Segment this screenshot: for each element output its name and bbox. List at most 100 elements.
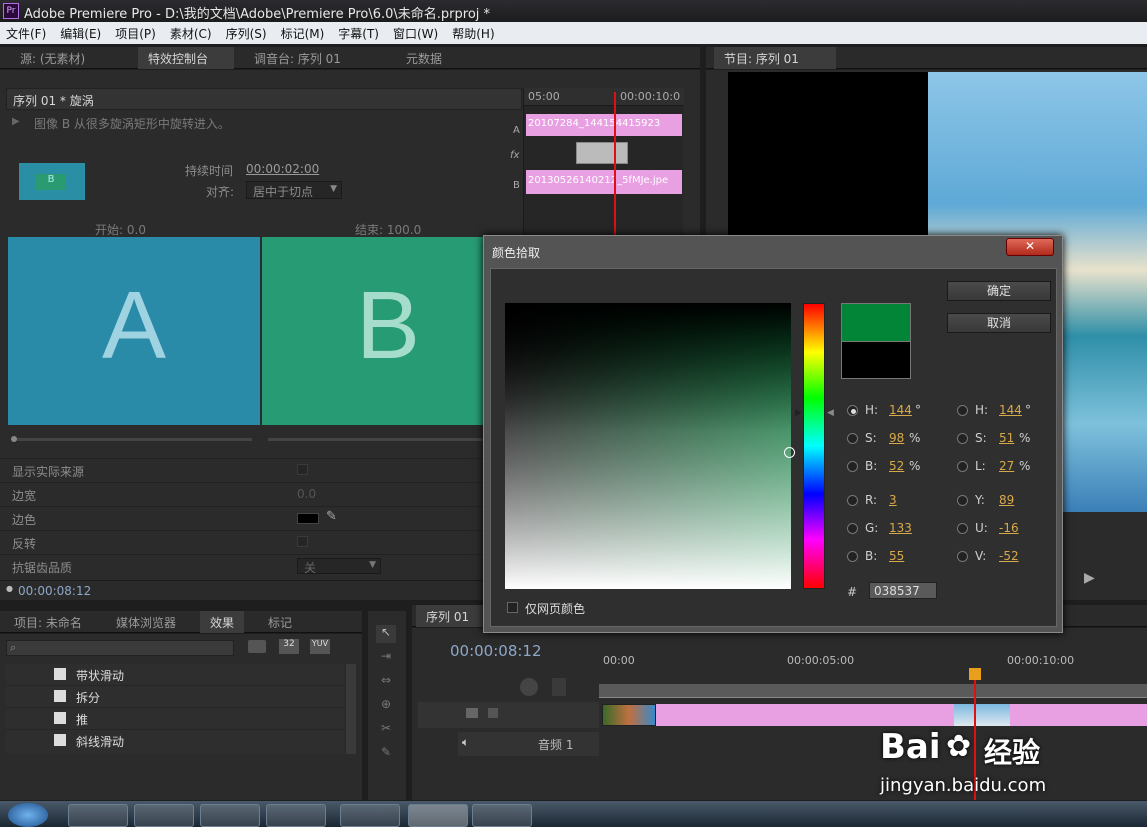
selection-tool-icon[interactable]: ↖: [376, 625, 396, 643]
dialog-close-button[interactable]: ✕: [1006, 238, 1054, 256]
work-area-bar[interactable]: [599, 684, 1147, 698]
taskbar-media-player-icon[interactable]: [68, 804, 128, 827]
tab-project[interactable]: 项目: 未命名: [4, 611, 92, 633]
rate-stretch-tool-icon[interactable]: ⊕: [376, 697, 396, 715]
r-value[interactable]: 3: [889, 493, 897, 507]
antialias-dropdown[interactable]: 关 ▼: [297, 558, 381, 575]
accelerated-32-badge[interactable]: 32: [279, 639, 299, 654]
g-value[interactable]: 133: [889, 521, 912, 535]
h-value[interactable]: 144: [889, 403, 912, 417]
list-item[interactable]: 拆分: [6, 686, 344, 708]
tab-sequence-01[interactable]: 序列 01: [416, 605, 488, 627]
blue-value[interactable]: 55: [889, 549, 904, 563]
tab-effect-controls[interactable]: 特效控制台: [138, 47, 234, 69]
taskbar-app-icon[interactable]: [266, 804, 326, 827]
taskbar-firefox-icon[interactable]: [200, 804, 260, 827]
start-button[interactable]: [8, 803, 48, 827]
menu-window[interactable]: 窗口(W): [387, 22, 446, 42]
radio-y[interactable]: [957, 495, 968, 506]
marker-icon[interactable]: [552, 678, 566, 696]
effects-search-input[interactable]: ⌕: [6, 640, 234, 656]
hex-input[interactable]: 038537: [869, 582, 937, 599]
taskbar-other-icon[interactable]: [472, 804, 532, 827]
radio-h[interactable]: [847, 405, 858, 416]
menu-title[interactable]: 字幕(T): [332, 22, 387, 42]
s-value[interactable]: 98: [889, 431, 904, 445]
video-clip-2[interactable]: [656, 704, 1147, 726]
taskbar-premiere-icon[interactable]: [408, 804, 468, 827]
radio-g[interactable]: [847, 523, 858, 534]
menu-clip[interactable]: 素材(C): [164, 22, 220, 42]
color-field-cursor[interactable]: [784, 447, 795, 458]
menu-help[interactable]: 帮助(H): [446, 22, 502, 42]
mini-clip-a[interactable]: 20107284_144154415923: [526, 114, 682, 136]
radio-b[interactable]: [847, 461, 858, 472]
pen-tool-icon[interactable]: ✎: [376, 745, 396, 763]
tab-audio-mixer[interactable]: 调音台: 序列 01: [244, 47, 351, 69]
speaker-icon[interactable]: 🔈︎: [462, 735, 469, 750]
ok-button[interactable]: 确定: [947, 281, 1051, 301]
radio-u[interactable]: [957, 523, 968, 534]
radio-h-hsl[interactable]: [957, 405, 968, 416]
border-color-swatch[interactable]: [297, 513, 319, 524]
timeline-timecode[interactable]: 00:00:08:12: [450, 642, 542, 660]
playhead-marker-icon[interactable]: [969, 668, 981, 680]
preview-a: A: [8, 237, 260, 425]
mini-transition[interactable]: [576, 142, 628, 164]
menu-marker[interactable]: 标记(M): [275, 22, 333, 42]
video-clip-thumb[interactable]: [954, 704, 1010, 726]
track-select-tool-icon[interactable]: ⇥: [376, 649, 396, 667]
lock-icon[interactable]: [488, 708, 498, 718]
border-width-value[interactable]: 0.0: [297, 487, 316, 501]
mini-playhead[interactable]: [614, 92, 616, 248]
mini-clip-b[interactable]: 20130526140212_5fMJe.jpe: [526, 170, 682, 194]
menu-edit[interactable]: 编辑(E): [54, 22, 109, 42]
align-dropdown[interactable]: 居中于切点 ▼: [246, 181, 342, 199]
web-only-checkbox[interactable]: [507, 602, 518, 613]
radio-v[interactable]: [957, 551, 968, 562]
video-clip-1[interactable]: [602, 704, 656, 726]
tab-markers[interactable]: 标记: [258, 611, 302, 633]
radio-l-hsl[interactable]: [957, 461, 968, 472]
menu-project[interactable]: 项目(P): [109, 22, 164, 42]
list-item[interactable]: 推: [6, 708, 344, 730]
cancel-button[interactable]: 取消: [947, 313, 1051, 333]
color-field[interactable]: [505, 303, 795, 589]
tab-source[interactable]: 源: (无素材): [10, 47, 95, 69]
hue-slider[interactable]: [803, 303, 825, 589]
effects-scrollbar[interactable]: [346, 664, 356, 754]
yuv-badge[interactable]: YUV: [310, 639, 330, 654]
radio-s-hsl[interactable]: [957, 433, 968, 444]
tab-program[interactable]: 节目: 序列 01: [714, 47, 836, 69]
eye-icon[interactable]: [466, 708, 478, 718]
show-source-checkbox[interactable]: [297, 464, 308, 475]
duration-value[interactable]: 00:00:02:00: [246, 162, 319, 176]
folder-icon[interactable]: [248, 640, 266, 653]
list-item[interactable]: 带状滑动: [6, 664, 344, 686]
preview-b-slider[interactable]: [268, 438, 498, 441]
program-play-button[interactable]: ▶: [1084, 570, 1095, 586]
radio-s[interactable]: [847, 433, 858, 444]
preview-a-slider[interactable]: [14, 438, 252, 441]
radio-r[interactable]: [847, 495, 858, 506]
old-color-swatch[interactable]: [841, 341, 911, 379]
preview-a-slider-handle[interactable]: [11, 436, 17, 442]
reverse-checkbox[interactable]: [297, 536, 308, 547]
play-transition-icon[interactable]: ▶: [12, 116, 20, 127]
tab-effects[interactable]: 效果: [200, 611, 245, 633]
taskbar-explorer-icon[interactable]: [134, 804, 194, 827]
menu-file[interactable]: 文件(F): [0, 22, 54, 42]
eyedropper-icon[interactable]: ✎: [326, 509, 337, 524]
list-item[interactable]: 斜线滑动: [6, 730, 344, 752]
field-h-hsb: H: 144 °: [847, 403, 937, 421]
tab-metadata[interactable]: 元数据: [396, 47, 452, 69]
radio-blue[interactable]: [847, 551, 858, 562]
tab-media-browser[interactable]: 媒体浏览器: [106, 611, 186, 633]
menu-sequence[interactable]: 序列(S): [220, 22, 275, 42]
razor-tool-icon[interactable]: ✂: [376, 721, 396, 739]
snap-icon[interactable]: [520, 678, 538, 696]
taskbar-green-app-icon[interactable]: [340, 804, 400, 827]
timeline-ruler[interactable]: 00:00 00:00:05:00 00:00:10:00: [599, 652, 1147, 686]
ripple-edit-tool-icon[interactable]: ⇔: [376, 673, 396, 691]
b-value[interactable]: 52: [889, 459, 904, 473]
